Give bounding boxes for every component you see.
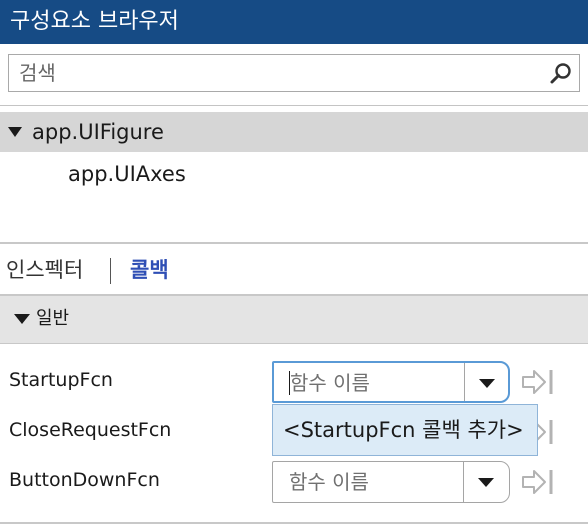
chevron-down-icon[interactable] bbox=[479, 379, 495, 388]
buttondownfcn-combo[interactable]: 함수 이름 bbox=[272, 461, 510, 503]
tree-node-uifigure[interactable]: app.UIFigure bbox=[0, 112, 588, 152]
property-label-buttondownfcn: ButtonDownFcn bbox=[9, 469, 160, 491]
section-title: 일반 bbox=[36, 308, 70, 329]
property-label-closerequestfcn: CloseRequestFcn bbox=[9, 419, 172, 441]
tree-node-label: app.UIFigure bbox=[32, 120, 164, 144]
combo-divider bbox=[463, 462, 464, 502]
tab-separator bbox=[110, 258, 111, 284]
expand-caret-icon[interactable] bbox=[8, 127, 22, 137]
search-input[interactable] bbox=[9, 55, 539, 91]
divider bbox=[0, 522, 588, 524]
go-to-callback-icon[interactable] bbox=[520, 367, 556, 397]
search-box[interactable] bbox=[8, 54, 580, 92]
combo-divider bbox=[464, 363, 465, 401]
combo-value[interactable]: 함수 이름 bbox=[289, 462, 369, 502]
tab-inspector[interactable]: 인스펙터 bbox=[6, 244, 83, 296]
go-to-callback-icon[interactable] bbox=[520, 467, 556, 497]
property-label-startupfcn: StartupFcn bbox=[9, 369, 113, 391]
window-title: 구성요소 브라우저 bbox=[0, 0, 588, 44]
chevron-down-icon[interactable] bbox=[478, 478, 494, 487]
search-area bbox=[0, 44, 588, 106]
startupfcn-combo[interactable]: 함수 이름 bbox=[272, 361, 510, 403]
text-cursor bbox=[289, 371, 290, 395]
section-general[interactable]: 일반 bbox=[0, 296, 588, 344]
inspector-tabs: 인스펙터 콜백 bbox=[0, 242, 588, 296]
search-icon[interactable] bbox=[549, 61, 573, 85]
tree-node-uiaxes[interactable]: app.UIAxes bbox=[68, 154, 186, 194]
collapse-caret-icon[interactable] bbox=[14, 314, 30, 324]
component-tree: app.UIFigure app.UIAxes bbox=[0, 112, 588, 242]
dropdown-option-add-startupfcn-callback[interactable]: <StartupFcn 콜백 추가> bbox=[272, 404, 538, 456]
tab-callbacks[interactable]: 콜백 bbox=[130, 244, 169, 296]
combo-value[interactable]: 함수 이름 bbox=[290, 363, 370, 403]
